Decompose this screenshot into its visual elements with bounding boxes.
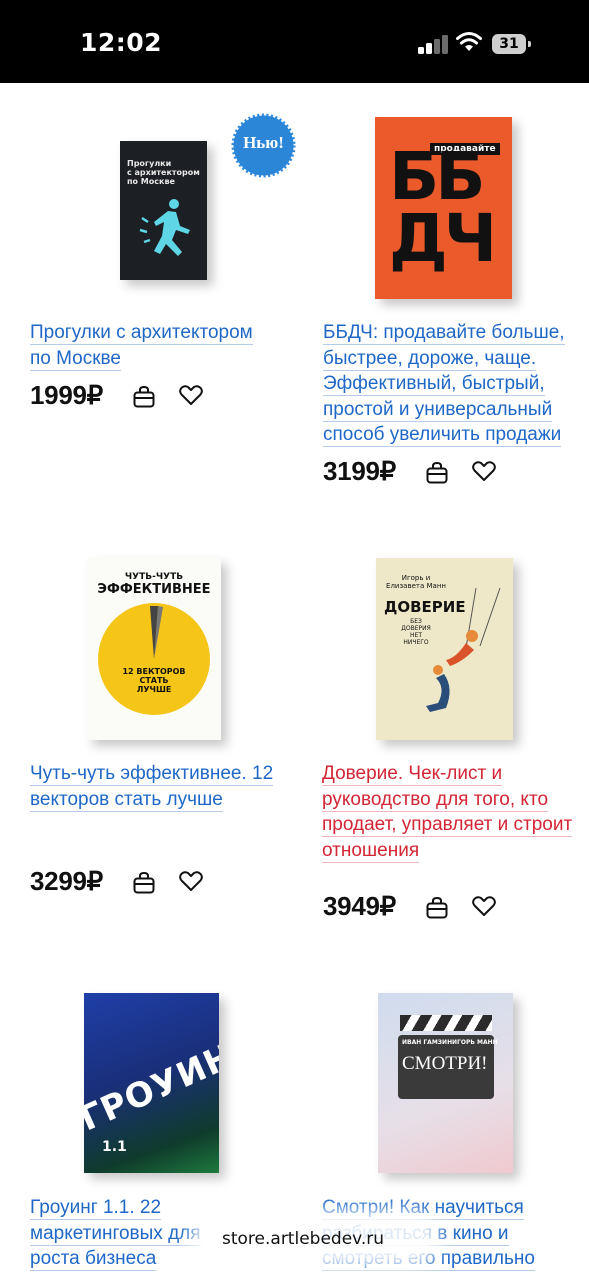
cover-edition: 1.1 (102, 1139, 127, 1155)
book-cover[interactable]: ИВАН ГАМЗИН ИГОРЬ МАНН СМОТРИ! (378, 993, 513, 1173)
book-cover[interactable]: продавайте ББ ДЧ (375, 117, 512, 299)
favorite-heart-icon[interactable] (471, 893, 497, 919)
book-cover[interactable]: ЧУТЬ-ЧУТЬ ЭФФЕКТИВНЕЕ 12 ВЕКТОРОВ СТАТЬ … (87, 558, 221, 740)
cover-subtitle: 12 ВЕКТОРОВ СТАТЬ ЛУЧШЕ (122, 667, 186, 694)
add-to-cart-icon[interactable] (424, 460, 450, 486)
book-cover[interactable]: ГРОУИНГ 1.1 (84, 993, 219, 1173)
favorite-heart-icon[interactable] (178, 868, 204, 894)
favorite-heart-icon[interactable] (471, 458, 497, 484)
cover-title: СМОТРИ! (402, 1053, 488, 1074)
new-badge: Нью! (231, 113, 296, 178)
battery-icon: 31 (492, 34, 531, 54)
product-price: 1999₽ (30, 380, 103, 410)
favorite-heart-icon[interactable] (178, 382, 204, 408)
trapeze-illustration (426, 588, 501, 712)
product-title-link[interactable]: Прогулки с архитектором по Москве (30, 320, 275, 371)
product-price: 3949₽ (323, 891, 396, 921)
cellular-signal-icon (418, 34, 448, 54)
add-to-cart-icon[interactable] (424, 895, 450, 921)
product-title-link[interactable]: Доверие. Чек-лист и руководство для того… (322, 761, 582, 863)
add-to-cart-icon[interactable] (131, 384, 157, 410)
running-figure-illustration (139, 199, 190, 256)
status-bar: 12:02 31 (0, 0, 589, 83)
cover-title: Прогулки с архитектором по Москве (127, 159, 200, 186)
cover-title: ЧУТЬ-ЧУТЬ ЭФФЕКТИВНЕЕ (97, 572, 211, 597)
product-title-link[interactable]: ББДЧ: продавайте больше, быстрее, дороже… (323, 320, 573, 448)
address-bar-url: store.artlebedev.ru (222, 1229, 385, 1249)
product-price: 3299₽ (30, 866, 103, 896)
cover-author: ИВАН ГАМЗИН (402, 1039, 453, 1046)
product-title-link[interactable]: Чуть-чуть эффективнее. 12 векторов стать… (30, 761, 275, 812)
cover-author: ИГОРЬ МАНН (452, 1039, 498, 1046)
clock-illustration (98, 603, 210, 715)
cover-letters: ББ (389, 138, 486, 215)
product-price: 3199₽ (323, 456, 396, 486)
cover-title: ГРОУИНГ (84, 1026, 219, 1140)
clapperboard-stripes (400, 1015, 492, 1031)
status-time: 12:02 (80, 28, 163, 57)
add-to-cart-icon[interactable] (131, 870, 157, 896)
book-cover[interactable]: Игорь и Елизавета Манн ДОВЕРИЕ БЕЗ ДОВЕР… (376, 558, 513, 740)
book-cover[interactable]: Прогулки с архитектором по Москве (120, 141, 207, 280)
wifi-icon (456, 32, 482, 51)
cover-letters: ДЧ (389, 200, 497, 277)
